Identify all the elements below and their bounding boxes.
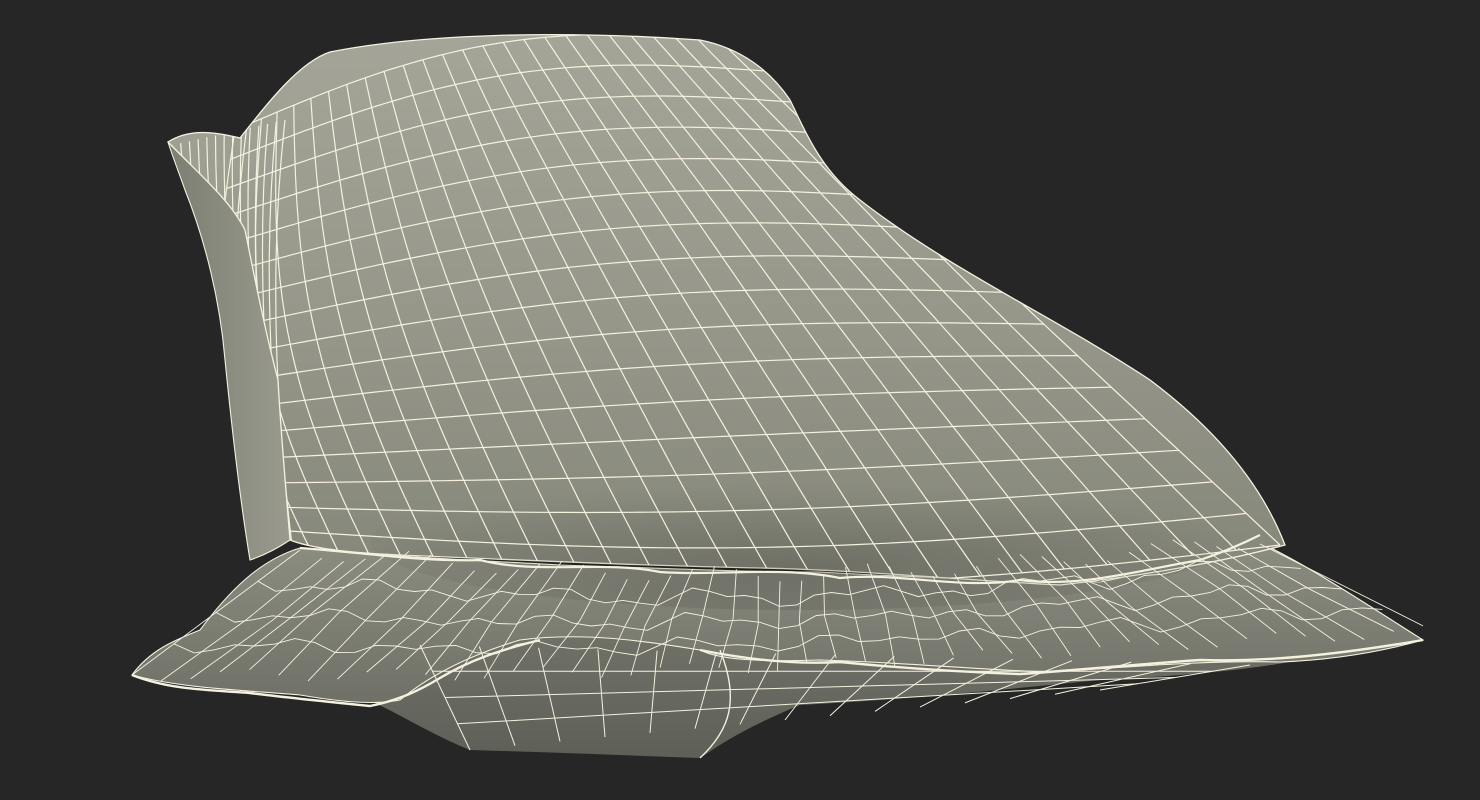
- render-viewport: [0, 0, 1480, 800]
- pillow-wireframe-render: [131, 33, 1425, 759]
